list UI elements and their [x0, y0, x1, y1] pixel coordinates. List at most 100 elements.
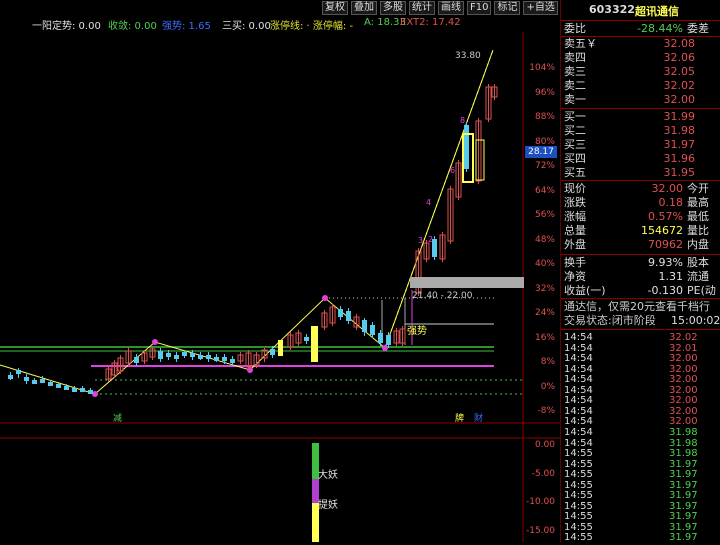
- quote-panel: 603322 超讯通信 委比 -28.44% 委差 卖五￥ 32.08 卖四 32.06 卖三…: [560, 0, 720, 545]
- y-axis-lower-label: -15.00: [525, 525, 555, 536]
- stat2-row-label: 收益(一): [564, 284, 606, 297]
- y-axis-label: 32%: [534, 283, 555, 294]
- bid-row-label: 买四: [564, 152, 586, 165]
- current-price-badge: 28.17: [525, 146, 557, 158]
- bid-row: 买二 31.98: [561, 124, 720, 138]
- yellow-bar: [311, 326, 318, 362]
- tick-time: 14:55: [564, 532, 593, 544]
- bid-row: 买一 31.99: [561, 110, 720, 124]
- candle-down: [16, 370, 21, 374]
- candle-down: [8, 375, 13, 379]
- pivot-marker: [152, 339, 158, 345]
- bid-row-value: 31.97: [663, 138, 696, 151]
- y-axis-lower-label: -10.00: [525, 497, 555, 507]
- stat-row-label: 涨跌: [564, 196, 586, 209]
- kline-chart-area[interactable]: 复权叠加多股统计画线F10标记+自选返回 一阳定势: 0.00收敛: 0.00强…: [0, 0, 587, 542]
- stat2-row-right: PE(动: [687, 284, 716, 297]
- ask-row-label: 卖五￥: [564, 37, 597, 50]
- stat-row-label: 外盘: [564, 238, 586, 251]
- status-time: 15:00:02: [671, 314, 720, 327]
- candle-down: [72, 388, 77, 392]
- candle-down: [24, 377, 29, 381]
- weibi-row: 委比 -28.44% 委差: [561, 22, 720, 36]
- lower-label: 提妖: [318, 498, 338, 511]
- kline-svg: 33.80 21.40 - 22.00 强势减 牌财 3 2 4 6 8 大妖提妖: [0, 32, 560, 542]
- candle-down: [230, 359, 235, 363]
- stock-title: 603322 超讯通信: [561, 0, 720, 21]
- y-axis-label: 80%: [534, 136, 555, 147]
- stat2-row-value: -0.130: [647, 284, 683, 297]
- bid-row-value: 31.95: [663, 166, 696, 179]
- ask-row-value: 32.00: [663, 93, 696, 106]
- ask-row: 卖五￥ 32.08: [561, 37, 720, 51]
- weibi-row-right: 委差: [687, 22, 709, 35]
- candle-down: [222, 357, 227, 361]
- y-axis-label: 8%: [540, 357, 555, 367]
- candle-down: [174, 355, 179, 359]
- candle-down: [166, 353, 171, 357]
- candle-down: [338, 309, 343, 317]
- stat-row: 外盘 70962 内盘: [561, 238, 720, 252]
- y-axis-label: 56%: [534, 210, 555, 220]
- y-axis-label: 24%: [534, 308, 555, 318]
- pressure-zone-bar: [410, 277, 524, 288]
- stat2-row: 收益(一) -0.130 PE(动: [561, 284, 720, 298]
- stat2-row-value: 9.93%: [648, 256, 683, 269]
- stat-row-right: 最高: [687, 196, 709, 209]
- bottom-label: 牌: [455, 412, 464, 424]
- y-axis-label: 48%: [534, 234, 555, 245]
- candle-down: [362, 320, 367, 332]
- tick-price: 31.97: [669, 532, 698, 544]
- bid-row-value: 31.99: [663, 110, 696, 123]
- notice-text: 通达信，仅需20元查看千档行: [564, 300, 710, 313]
- candle-down: [346, 311, 351, 321]
- stat-row-value: 70962: [648, 238, 683, 251]
- bid-row: 买四 31.96: [561, 152, 720, 166]
- stat2-row-right: 股本: [687, 256, 709, 269]
- candle-down: [32, 380, 37, 384]
- candle-down: [134, 357, 139, 363]
- pivot-marker: [247, 367, 253, 373]
- zigzag-line: [0, 49, 494, 395]
- candle-down: [370, 325, 375, 335]
- candle-down: [198, 355, 203, 359]
- tick-row: 14:55 31.97: [561, 531, 720, 545]
- stat-row-label: 涨幅: [564, 210, 586, 223]
- ask-row-label: 卖四: [564, 51, 586, 64]
- ask-row: 卖三 32.05: [561, 65, 720, 79]
- y-axis-label: 16%: [534, 332, 555, 343]
- candle-down: [56, 384, 61, 388]
- candle-down: [386, 335, 391, 345]
- candle-down: [158, 351, 163, 359]
- stat2-row-right: 流通: [687, 270, 709, 283]
- bid-row-value: 31.98: [663, 124, 696, 137]
- candle-down: [270, 349, 275, 355]
- divider: [561, 329, 720, 330]
- candle-down: [88, 390, 93, 394]
- bid-row-value: 31.96: [663, 152, 696, 165]
- candle-down: [40, 379, 45, 383]
- stat2-row: 净资 1.31 流通: [561, 270, 720, 284]
- stat2-row-label: 净资: [564, 270, 586, 283]
- ask-row-value: 32.08: [663, 37, 696, 50]
- y-axis-label: 96%: [534, 87, 555, 98]
- notice-row[interactable]: 通达信，仅需20元查看千档行: [561, 300, 720, 314]
- stat-row-value: 154672: [641, 224, 683, 237]
- yellow-bar: [278, 340, 283, 356]
- high-label: 33.80: [455, 51, 481, 61]
- y-axis-label: 64%: [534, 185, 555, 196]
- stat-row-right: 内盘: [687, 238, 709, 251]
- jian-label: 减: [113, 412, 122, 424]
- stat-row: 涨幅 0.57% 最低: [561, 210, 720, 224]
- number-marker: 8: [460, 116, 465, 125]
- ask-row-label: 卖二: [564, 79, 586, 92]
- bid-row-label: 买五: [564, 166, 586, 179]
- stat-row-right: 最低: [687, 210, 709, 223]
- candle-down: [64, 386, 69, 390]
- ask-row: 卖二 32.02: [561, 79, 720, 93]
- bid-row-label: 买二: [564, 124, 586, 137]
- number-marker: 2: [428, 235, 433, 244]
- yellow-candle: [475, 139, 485, 181]
- number-marker: 4: [426, 198, 431, 207]
- candle-down: [190, 353, 195, 357]
